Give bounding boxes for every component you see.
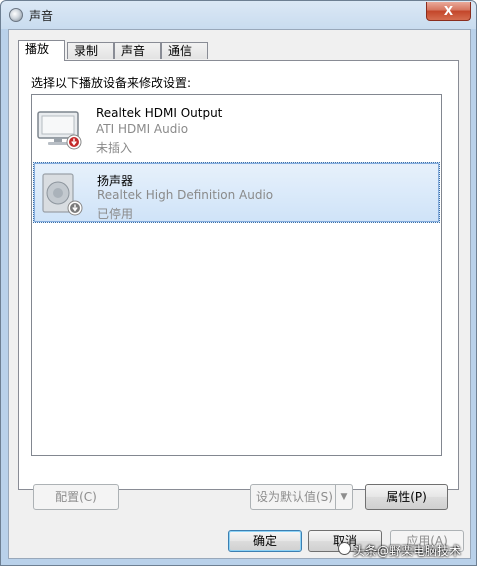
device-item-speakers[interactable]: 扬声器 Realtek High Definition Audio 已停用 [33,162,440,223]
watermark-icon [338,542,351,555]
playback-panel: 选择以下播放设备来修改设置: Realtek HDMI Output ATI H… [18,60,459,490]
device-name: 扬声器 [97,174,134,188]
tab-recording[interactable]: 录制 [67,42,114,59]
device-status: 未插入 [96,141,133,155]
configure-button[interactable]: 配置(C) [33,484,119,510]
tab-sounds[interactable]: 声音 [114,42,161,59]
properties-button[interactable]: 属性(P) [365,484,448,510]
title-bar[interactable]: 声音 X [1,1,476,29]
device-list[interactable]: Realtek HDMI Output ATI HDMI Audio 未插入 扬… [31,94,442,456]
device-name: Realtek HDMI Output [96,106,223,120]
device-status: 已停用 [97,207,134,221]
chevron-down-icon[interactable]: ▼ [335,485,352,509]
monitor-icon [37,111,82,150]
device-item-hdmi[interactable]: Realtek HDMI Output ATI HDMI Audio 未插入 [33,97,440,158]
speaker-app-icon [9,8,23,22]
device-driver: ATI HDMI Audio [96,122,189,136]
instruction-text: 选择以下播放设备来修改设置: [31,76,192,90]
watermark-text: 头条@野栗电脑技术 [353,544,462,558]
speaker-icon [42,173,83,216]
close-button[interactable]: X [426,2,471,21]
dialog-body: 播放 录制 声音 通信 选择以下播放设备来修改设置: Realtek HDMI … [8,29,471,559]
tab-playback[interactable]: 播放 [18,40,65,61]
device-driver: Realtek High Definition Audio [97,188,274,202]
set-default-button[interactable]: 设为默认值(S) ▼ [250,484,353,510]
set-default-label: 设为默认值(S) [256,490,333,504]
tab-communications[interactable]: 通信 [161,42,208,59]
ok-button[interactable]: 确定 [228,530,302,552]
window-title: 声音 [29,9,54,23]
sound-dialog: 声音 X 播放 录制 声音 通信 选择以下播放设备来修改设置: Realtek … [0,0,477,566]
